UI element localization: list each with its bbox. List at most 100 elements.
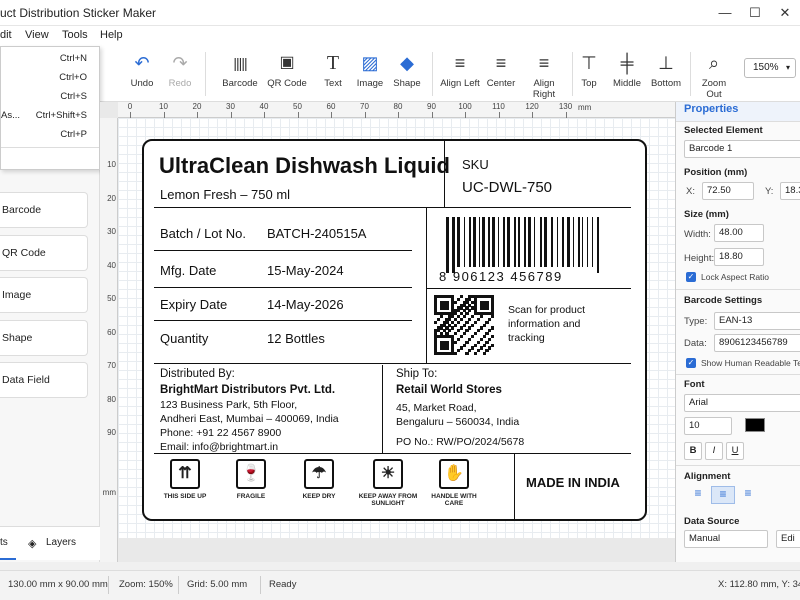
zoom-icon: ⌕ [708, 53, 720, 73]
height-input[interactable]: 18.80 [714, 248, 764, 266]
ship-to-name[interactable]: Retail World Stores [396, 384, 502, 396]
product-variant[interactable]: Lemon Fresh – 750 ml [160, 187, 290, 202]
po-number[interactable]: PO No.: RW/PO/2024/5678 [396, 436, 524, 448]
quantity-value[interactable]: 12 Bottles [267, 331, 325, 346]
menu-edit[interactable]: dit [0, 29, 12, 41]
lock-aspect-checkbox[interactable]: ✓ [686, 272, 696, 282]
redo-button[interactable]: ↷ Redo [160, 46, 200, 102]
file-menu-save-as[interactable]: As... Ctrl+Shift+S [1, 106, 99, 125]
barcode-data-input[interactable]: 8906123456789 [714, 334, 800, 352]
title-bar: uct Distribution Sticker Maker — ☐ ✕ [0, 0, 800, 26]
symbol-fragile[interactable]: 🍷 FRAGILE [224, 459, 278, 500]
ship-to-line[interactable]: 45, Market Road, [396, 402, 477, 414]
left-item-qrcode[interactable]: QR Code [0, 235, 88, 271]
tab-elements[interactable]: ts [0, 527, 16, 560]
align-bottom-button[interactable]: ⊥ Bottom [648, 46, 684, 102]
left-item-data-field[interactable]: Data Field [0, 362, 88, 398]
sku-label[interactable]: SKU [462, 157, 489, 172]
divider [154, 320, 412, 321]
distributor-name[interactable]: BrightMart Distributors Pvt. Ltd. [160, 384, 335, 396]
shape-button[interactable]: ◆ Shape [390, 46, 424, 102]
expiry-value[interactable]: 14-May-2026 [267, 297, 344, 312]
zoom-status: Zoom: 150% [119, 579, 173, 590]
align-center-button[interactable]: ≡ Center [484, 46, 518, 102]
image-button[interactable]: ▨ Image [353, 46, 387, 102]
menu-help[interactable]: Help [100, 29, 123, 41]
batch-key[interactable]: Batch / Lot No. [160, 226, 246, 241]
expiry-key[interactable]: Expiry Date [160, 297, 227, 312]
minimize-button[interactable]: — [710, 0, 740, 26]
font-family-select[interactable]: Arial [684, 394, 800, 412]
status-divider [108, 576, 109, 594]
width-input[interactable]: 48.00 [714, 224, 764, 242]
data-source-select[interactable]: Manual [684, 530, 768, 548]
y-input[interactable]: 18.3 [780, 182, 800, 200]
zoom-select[interactable]: 150% ▾ [744, 58, 796, 78]
distributor-line[interactable]: 123 Business Park, 5th Floor, [160, 399, 297, 411]
font-label: Font [684, 379, 705, 390]
close-button[interactable]: ✕ [770, 0, 800, 26]
batch-value[interactable]: BATCH-240515A [267, 226, 366, 241]
barcode-bar [473, 217, 476, 267]
mfg-key[interactable]: Mfg. Date [160, 263, 216, 278]
align-top-button[interactable]: ⊤ Top [578, 46, 600, 102]
menu-tools[interactable]: Tools [62, 29, 88, 41]
section-divider [676, 289, 800, 290]
tab-layers[interactable]: Layers [46, 537, 76, 548]
sticker-label[interactable]: UltraClean Dishwash Liquid Lemon Fresh –… [142, 139, 647, 521]
zoom-out-button[interactable]: ⌕ Zoom Out [694, 46, 734, 102]
distributor-line[interactable]: Andheri East, Mumbai – 400069, India [160, 413, 339, 425]
font-color-swatch[interactable] [745, 418, 765, 432]
italic-button[interactable]: I [705, 442, 723, 460]
left-item-image[interactable]: Image [0, 277, 88, 313]
bold-button[interactable]: B [684, 442, 702, 460]
menu-view[interactable]: View [25, 29, 49, 41]
file-menu-item[interactable]: Ctrl+N [1, 49, 99, 68]
qr-caption[interactable]: Scan for product information and trackin… [508, 303, 618, 345]
qr-module [456, 320, 460, 324]
qrcode-button[interactable]: ▣ QR Code [265, 46, 309, 102]
product-name[interactable]: UltraClean Dishwash Liquid [159, 153, 450, 179]
barcode-button[interactable]: ||||| Barcode [218, 46, 262, 102]
barcode-type-select[interactable]: EAN-13 [714, 312, 800, 330]
edit-button[interactable]: Edi [776, 530, 800, 548]
distributor-phone[interactable]: Phone: +91 22 4567 8900 [160, 427, 281, 439]
symbol-keep-away-sunlight[interactable]: ☀ KEEP AWAY FROM SUNLIGHT [358, 459, 418, 507]
ship-to-line[interactable]: Bengaluru – 560034, India [396, 416, 519, 428]
sku-value[interactable]: UC-DWL-750 [462, 179, 552, 196]
symbol-this-side-up[interactable]: ⇈ THIS SIDE UP [158, 459, 212, 500]
barcode-element[interactable] [440, 217, 604, 273]
ship-to-title[interactable]: Ship To: [396, 368, 437, 380]
align-right-icon[interactable]: ≡ [736, 486, 760, 504]
ready-status: Ready [269, 579, 297, 590]
align-center-icon[interactable]: ≡ [711, 486, 735, 504]
x-input[interactable]: 72.50 [702, 182, 754, 200]
file-menu-print[interactable]: Ctrl+P [1, 125, 99, 144]
mfg-value[interactable]: 15-May-2024 [267, 263, 344, 278]
barcode-label: Barcode [222, 78, 258, 89]
barcode-digits[interactable]: 8 906123 456789 [439, 269, 563, 284]
distributor-email[interactable]: Email: info@brightmart.in [160, 441, 278, 453]
text-button[interactable]: T Text [317, 46, 349, 102]
left-item-shape[interactable]: Shape [0, 320, 88, 356]
symbol-keep-dry[interactable]: ☂ KEEP DRY [292, 459, 346, 500]
qr-module [471, 335, 475, 339]
file-menu-item[interactable]: Ctrl+S [1, 87, 99, 106]
align-left-button[interactable]: ≡ Align Left [440, 46, 480, 102]
distributed-by-title[interactable]: Distributed By: [160, 368, 235, 380]
made-in-india[interactable]: MADE IN INDIA [526, 475, 620, 490]
align-middle-button[interactable]: ╪ Middle [612, 46, 642, 102]
left-item-barcode[interactable]: Barcode [0, 192, 88, 228]
file-menu-item[interactable]: Ctrl+O [1, 68, 99, 87]
align-right-button[interactable]: ≡ Align Right [522, 46, 566, 102]
undo-button[interactable]: ↶ Undo [122, 46, 162, 102]
selected-element-select[interactable]: Barcode 1 [684, 140, 800, 158]
font-size-select[interactable]: 10 [684, 417, 732, 435]
align-left-icon[interactable]: ≡ [686, 486, 710, 504]
symbol-handle-with-care[interactable]: ✋ HANDLE WITH CARE [426, 459, 482, 507]
quantity-key[interactable]: Quantity [160, 331, 208, 346]
underline-button[interactable]: U [726, 442, 744, 460]
show-human-readable-checkbox[interactable]: ✓ [686, 358, 696, 368]
qr-code-element[interactable] [434, 295, 495, 356]
maximize-button[interactable]: ☐ [740, 0, 770, 26]
